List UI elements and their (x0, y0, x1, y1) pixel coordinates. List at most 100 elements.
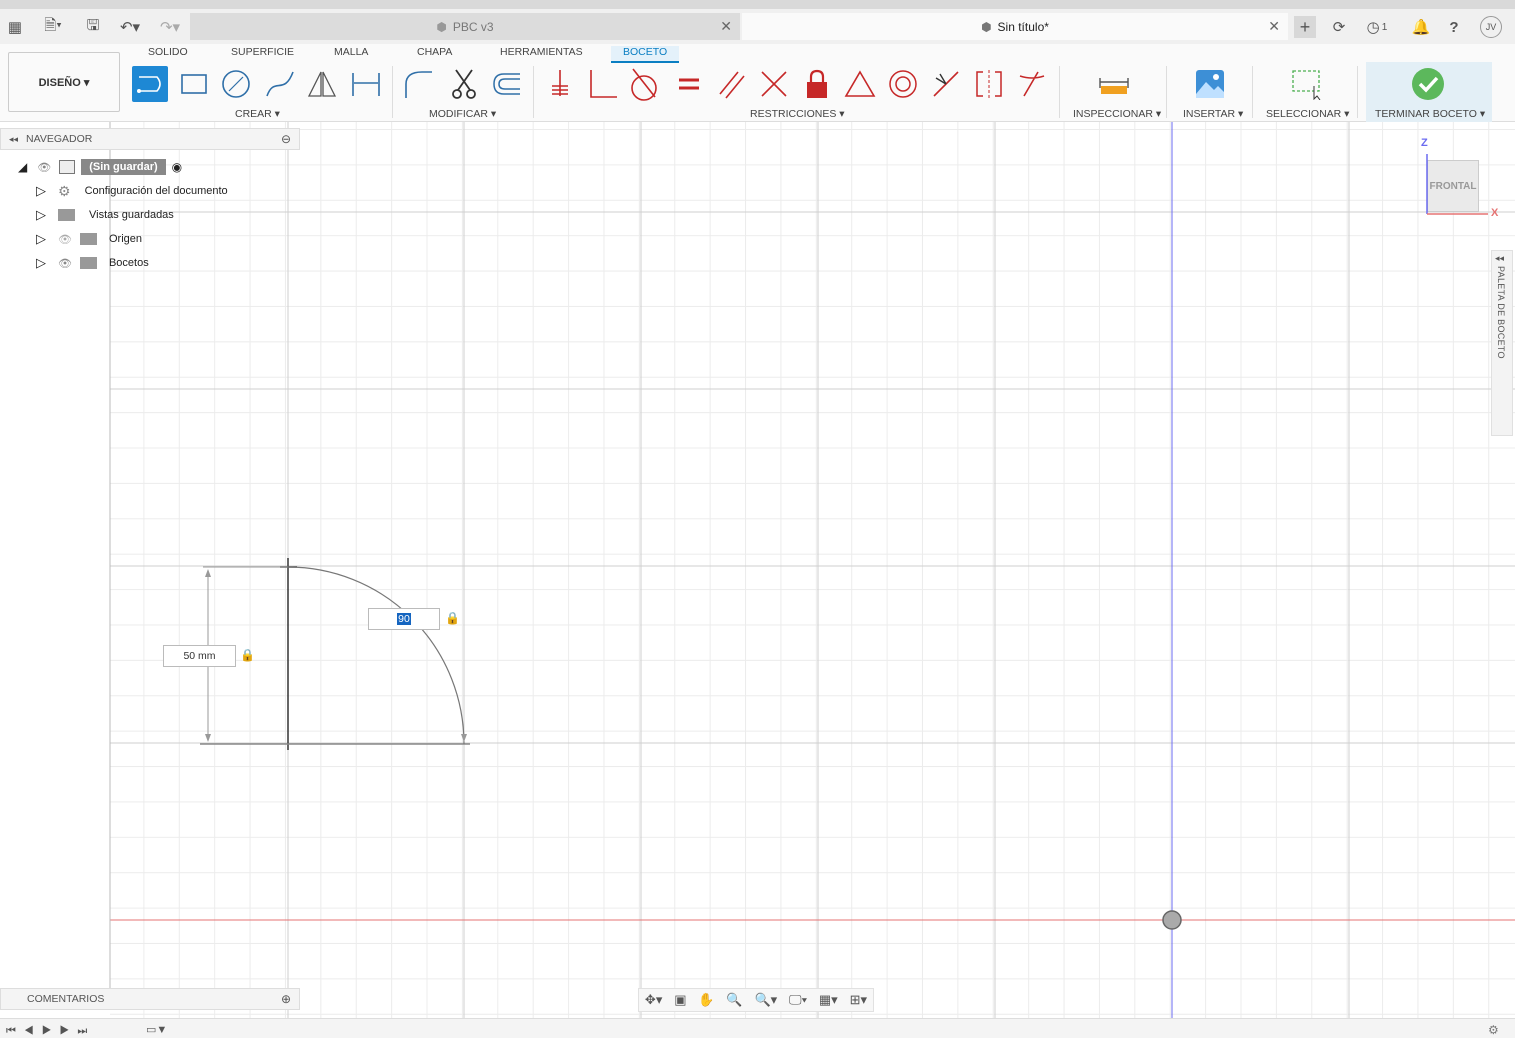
spline-tool-icon[interactable] (262, 66, 298, 102)
add-comment-icon[interactable]: ⊕ (281, 992, 291, 1006)
angle-value-selected[interactable]: 90 (397, 613, 411, 625)
group-seleccionar[interactable]: SELECCIONAR ▾ (1266, 108, 1349, 120)
close-icon[interactable]: ✕ (1268, 18, 1280, 35)
group-modificar[interactable]: MODIFICAR ▾ (429, 108, 496, 120)
viewports-icon[interactable]: ⊞▾ (850, 992, 867, 1008)
tree-root[interactable]: ◢ 👁 (Sin guardar) ◉ (18, 156, 182, 178)
save-icon[interactable]: 🖫 (82, 16, 104, 38)
zoom-icon[interactable]: 🔍 (726, 992, 742, 1008)
user-avatar[interactable]: JV (1480, 16, 1502, 38)
orbit-icon[interactable]: ✥▾ (645, 992, 662, 1008)
divider (392, 66, 393, 118)
rectangle-tool-icon[interactable] (176, 66, 212, 102)
perpendicular-x-constraint-icon[interactable] (756, 66, 792, 102)
group-terminar-boceto[interactable]: TERMINAR BOCETO ▾ (1375, 108, 1485, 120)
divider (1252, 66, 1253, 118)
tab-boceto[interactable]: BOCETO (611, 46, 680, 63)
tab-superficie[interactable]: SUPERFICIE (231, 46, 294, 58)
minimize-icon[interactable]: ⊖ (281, 132, 291, 146)
timeline-marker-icon[interactable]: ▭▼ (146, 1023, 167, 1036)
navigation-toolbar: ✥▾ ▣ ✋ 🔍 🔍▾ 🖵▾ ▦▾ ⊞▾ (638, 988, 874, 1012)
pan-hand-icon[interactable]: ✋ (698, 992, 714, 1008)
divider (1357, 66, 1358, 118)
concentric-constraint-icon[interactable] (885, 66, 921, 102)
tree-item-origin[interactable]: ▷ 👁 Origen (36, 228, 142, 250)
select-window-icon[interactable] (1288, 66, 1324, 102)
close-icon[interactable]: ✕ (720, 18, 732, 35)
folder-icon (79, 257, 97, 269)
timeline-settings-gear-icon[interactable]: ⚙ (1488, 1023, 1499, 1037)
tab-chapa[interactable]: CHAPA (417, 46, 452, 58)
lock-icon: 🔒 (240, 648, 255, 662)
collapse-triangle-icon[interactable]: ◢ (18, 160, 27, 174)
line-tool-icon[interactable] (132, 66, 168, 102)
parallel-constraint-icon[interactable] (714, 66, 750, 102)
expand-triangle-icon[interactable]: ▷ (36, 231, 46, 247)
group-insertar[interactable]: INSERTAR ▾ (1183, 108, 1243, 120)
group-inspeccionar[interactable]: INSPECCIONAR ▾ (1073, 108, 1161, 120)
jobs-status-icon[interactable]: ◷ 1 (1362, 16, 1392, 38)
offset-tool-icon[interactable] (488, 66, 524, 102)
root-component-label[interactable]: (Sin guardar) (81, 159, 166, 175)
dimension-tool-icon[interactable] (348, 66, 384, 102)
browser-panel-header[interactable]: ◂◂ NAVEGADOR ⊖ (0, 128, 300, 150)
fit-zoom-icon[interactable]: 🔍▾ (754, 992, 777, 1008)
eye-icon[interactable]: 👁 (58, 257, 72, 270)
check-icon[interactable] (1410, 66, 1446, 102)
height-dimension-label[interactable]: 50 mm (163, 645, 236, 667)
equal-constraint-icon[interactable] (671, 66, 707, 102)
fillet-tool-icon[interactable] (400, 66, 436, 102)
angle-dimension-input[interactable]: 90 (368, 608, 440, 630)
folder-icon (79, 233, 97, 245)
tree-item-label: Bocetos (108, 257, 149, 269)
tab-sin-titulo[interactable]: ⬢ Sin título* ✕ (742, 13, 1288, 40)
tab-herramientas[interactable]: HERRAMIENTAS (500, 46, 583, 58)
help-icon[interactable]: ? (1443, 16, 1465, 38)
mirror-tool-icon[interactable] (304, 66, 340, 102)
coincident-constraint-icon[interactable] (542, 66, 578, 102)
tab-malla[interactable]: MALLA (334, 46, 368, 58)
insert-image-icon[interactable] (1192, 66, 1228, 102)
display-settings-icon[interactable]: 🖵▾ (789, 992, 807, 1008)
undo-icon[interactable]: ↶▾ (114, 16, 146, 38)
workspace-switcher[interactable]: DISEÑO ▾ (8, 52, 120, 112)
measure-ruler-icon[interactable] (1096, 66, 1132, 102)
group-crear[interactable]: CREAR ▾ (235, 108, 280, 120)
look-at-icon[interactable]: ▣ (674, 992, 686, 1008)
collapse-arrow-icon[interactable]: ◂◂ (9, 134, 18, 145)
tab-solido[interactable]: SOLIDO (148, 46, 188, 58)
sync-icon[interactable]: ⟳ (1328, 16, 1350, 38)
sketch-palette-label: PALETA DE BOCETO (1496, 266, 1506, 359)
circle-tool-icon[interactable] (218, 66, 254, 102)
file-menu-icon[interactable]: 🗎▾ (38, 16, 68, 38)
timeline-playback-icons[interactable]: ⏮◀▶▶⏭ (6, 1025, 95, 1038)
folder-icon (58, 209, 75, 221)
tab-pbc-v3[interactable]: ⬢ PBC v3 ✕ (190, 13, 740, 40)
sketch-canvas[interactable] (110, 122, 1515, 1018)
redo-icon[interactable]: ↷▾ (154, 16, 186, 38)
apps-grid-icon[interactable]: ▦ (4, 16, 26, 38)
symmetry-constraint-icon[interactable] (971, 66, 1007, 102)
activate-radio-icon[interactable]: ◉ (172, 160, 182, 174)
eye-hidden-icon[interactable]: 👁 (58, 233, 72, 246)
grid-settings-icon[interactable]: ▦▾ (819, 992, 838, 1008)
trim-scissors-icon[interactable] (446, 66, 482, 102)
expand-triangle-icon[interactable]: ▷ (36, 183, 46, 199)
tree-item-saved-views[interactable]: ▷ Vistas guardadas (36, 204, 174, 226)
notifications-bell-icon[interactable]: 🔔 (1410, 16, 1432, 38)
group-restricciones[interactable]: RESTRICCIONES ▾ (750, 108, 845, 120)
triangle-constraint-icon[interactable] (842, 66, 878, 102)
fix-lock-icon[interactable] (799, 66, 835, 102)
eye-icon[interactable]: 👁 (37, 161, 51, 174)
component-icon (59, 160, 76, 174)
perpendicular-constraint-icon[interactable] (585, 66, 621, 102)
curvature-constraint-icon[interactable] (1014, 66, 1050, 102)
expand-triangle-icon[interactable]: ▷ (36, 207, 46, 223)
tree-item-document-settings[interactable]: ▷ ⚙ Configuración del documento (36, 180, 228, 202)
comments-panel-header[interactable]: COMENTARIOS ⊕ (0, 988, 300, 1010)
new-tab-icon[interactable]: + (1294, 16, 1316, 38)
expand-triangle-icon[interactable]: ▷ (36, 255, 46, 271)
midpoint-constraint-icon[interactable] (928, 66, 964, 102)
tree-item-sketches[interactable]: ▷ 👁 Bocetos (36, 252, 149, 274)
tangent-constraint-icon[interactable] (626, 66, 662, 102)
